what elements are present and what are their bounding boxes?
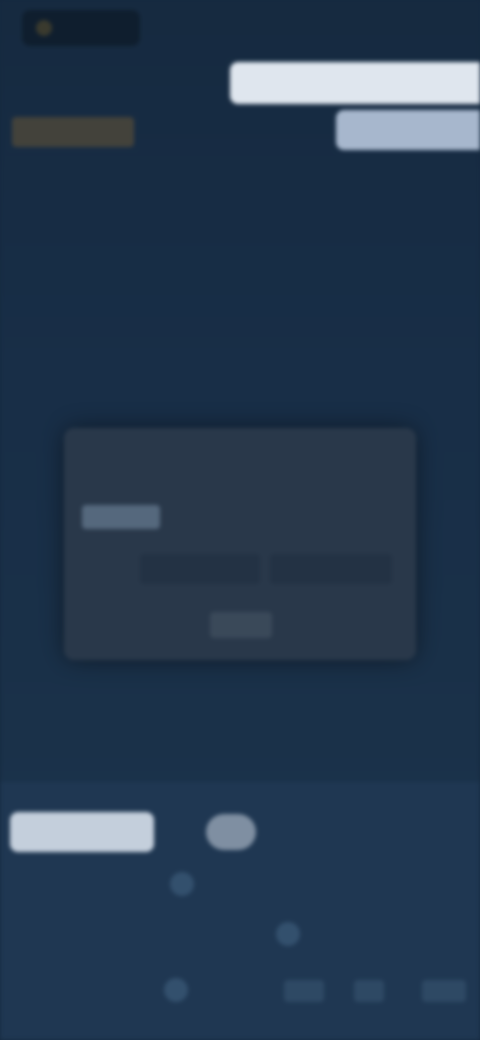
- list-item[interactable]: [0, 916, 480, 952]
- dialog-badge[interactable]: [82, 505, 160, 529]
- list-item[interactable]: [0, 972, 480, 1008]
- row3-icon: [164, 978, 188, 1002]
- bottom-panel: [0, 782, 480, 1040]
- dialog-info-row: [82, 504, 398, 530]
- promo-subtitle: [336, 110, 480, 150]
- modal-dialog: [64, 428, 416, 660]
- promo-title: [230, 62, 480, 104]
- dialog-fields: [82, 552, 398, 586]
- header: [0, 0, 480, 165]
- app-screen: [0, 0, 480, 1040]
- row3-chip-3[interactable]: [422, 980, 466, 1002]
- tab-active[interactable]: [10, 812, 154, 852]
- tab-bar: [0, 800, 480, 860]
- row2-icon: [276, 922, 300, 946]
- dialog-input-1[interactable]: [140, 554, 260, 584]
- dialog-input-2[interactable]: [270, 554, 392, 584]
- logo[interactable]: [22, 10, 140, 46]
- row3-chip-1[interactable]: [284, 980, 324, 1002]
- tab-pill[interactable]: [206, 814, 256, 850]
- header-link-button[interactable]: [12, 117, 134, 147]
- row1-icon: [170, 872, 194, 896]
- row3-chip-2[interactable]: [354, 980, 384, 1002]
- dialog-confirm-button[interactable]: [210, 612, 272, 638]
- logo-icon: [36, 20, 52, 36]
- list-item[interactable]: [0, 866, 480, 902]
